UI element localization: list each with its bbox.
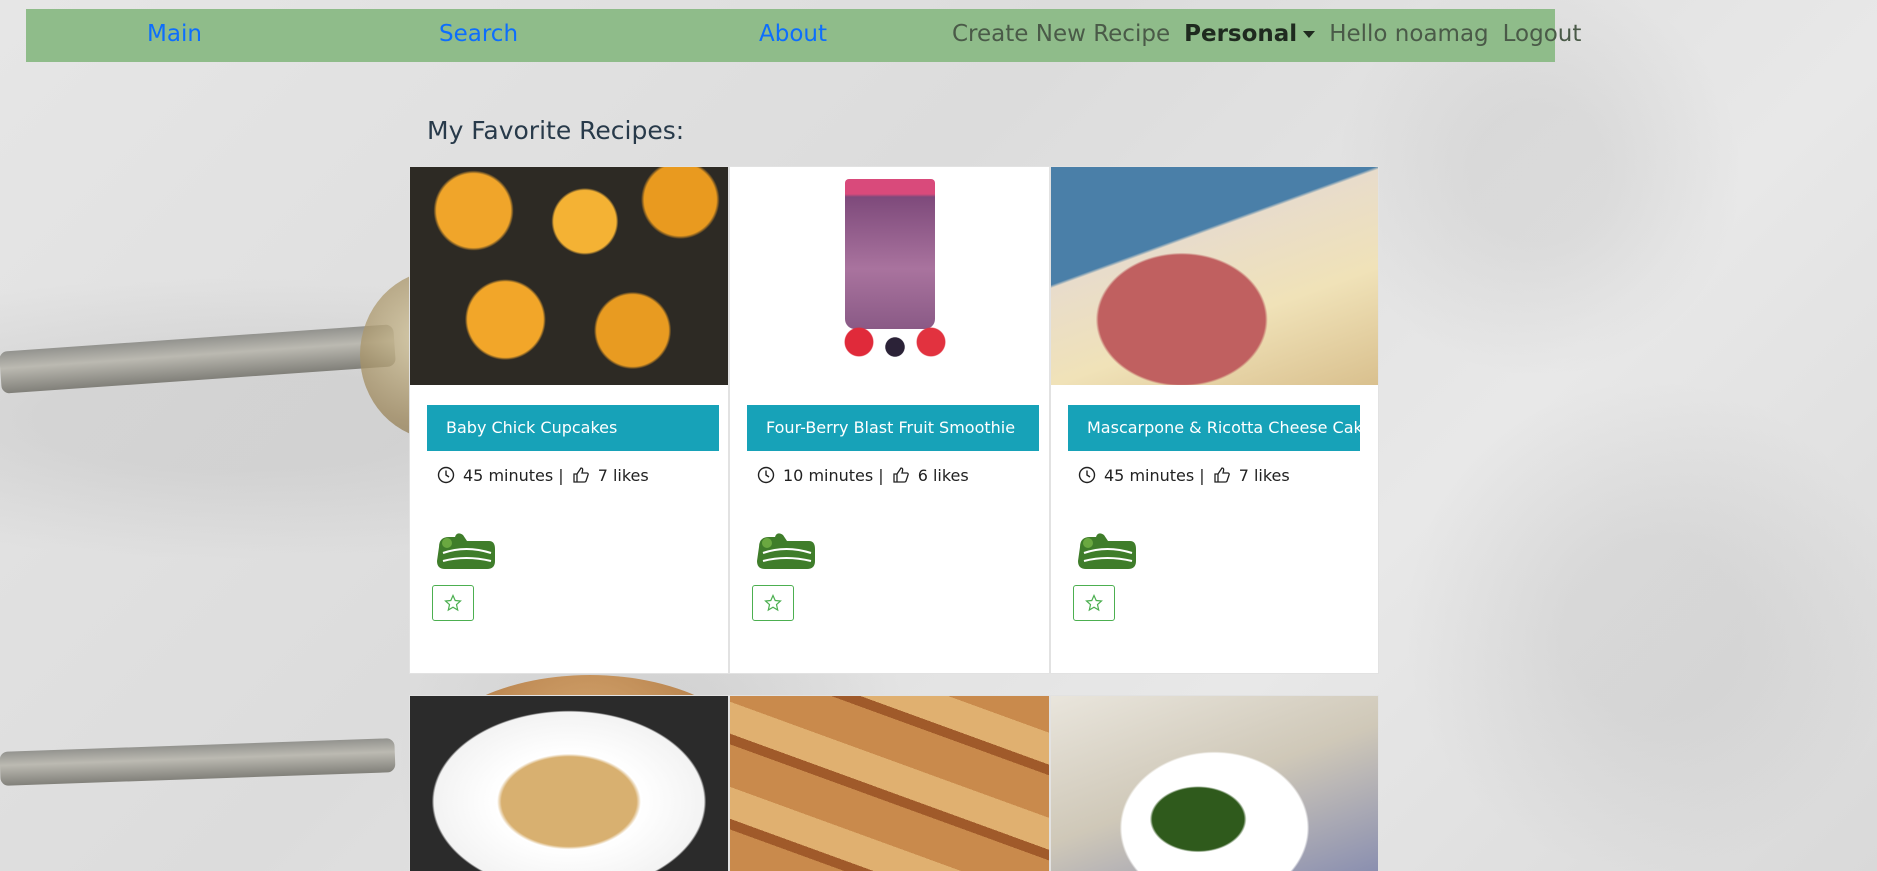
recipe-time: 10 minutes | — [783, 465, 884, 485]
vegetarian-badge-icon — [757, 533, 815, 569]
recipe-likes: 7 likes — [1238, 465, 1290, 485]
recipe-card: Mascarpone & Ricotta Cheese Cake 45 minu… — [1050, 166, 1379, 674]
recipe-likes: 7 likes — [597, 465, 649, 485]
smoothie-glass — [845, 179, 935, 329]
recipe-meta: 10 minutes | 6 likes — [747, 461, 1041, 489]
recipe-image[interactable] — [410, 696, 728, 871]
recipe-time: 45 minutes | — [463, 465, 564, 485]
background-spoon — [0, 324, 396, 394]
recipe-image[interactable] — [730, 167, 1049, 385]
recipe-meta: 45 minutes | 7 likes — [427, 461, 720, 489]
page-title: My Favorite Recipes: — [427, 116, 685, 145]
star-icon — [764, 594, 782, 612]
thumbs-up-icon — [893, 467, 909, 483]
vegetarian-badge-icon — [1078, 533, 1136, 569]
favorite-star-button[interactable] — [752, 585, 794, 621]
vegetarian-badge — [433, 531, 499, 571]
nav-about-link[interactable]: About — [759, 21, 827, 47]
recipe-card: Baby Chick Cupcakes 45 minutes | 7 likes — [409, 166, 729, 674]
recipe-image[interactable] — [1051, 167, 1378, 385]
berries — [835, 317, 955, 367]
recipe-card — [409, 695, 729, 871]
caret-down-icon — [1303, 30, 1316, 38]
clock-icon — [1078, 466, 1096, 484]
nav-logout-link[interactable]: Logout — [1503, 21, 1582, 47]
recipe-title-button[interactable]: Four-Berry Blast Fruit Smoothie — [747, 405, 1039, 451]
nav-personal-label: Personal — [1184, 21, 1298, 47]
star-icon — [444, 594, 462, 612]
clock-icon — [437, 466, 455, 484]
recipe-card — [729, 695, 1050, 871]
nav-search-link[interactable]: Search — [439, 21, 518, 47]
recipe-meta: 45 minutes | 7 likes — [1068, 461, 1370, 489]
thumbs-up-icon — [573, 467, 589, 483]
nav-personal-dropdown[interactable]: Personal — [1184, 21, 1316, 47]
vegetarian-badge — [753, 531, 819, 571]
background-spoon — [0, 738, 396, 786]
nav-greeting: Hello noamag — [1329, 21, 1489, 47]
star-icon — [1085, 594, 1103, 612]
favorite-star-button[interactable] — [432, 585, 474, 621]
thumbs-up-icon — [1214, 467, 1230, 483]
recipe-row — [409, 695, 1379, 871]
recipe-title-button[interactable]: Baby Chick Cupcakes — [427, 405, 719, 451]
navbar: Main Search About Create New Recipe Pers… — [26, 9, 1581, 62]
vegetarian-badge-icon — [437, 533, 495, 569]
recipe-image[interactable] — [1051, 696, 1378, 871]
recipe-image[interactable] — [410, 167, 728, 385]
nav-right-group: Create New Recipe Personal Hello noamag … — [952, 21, 1581, 47]
vegetarian-badge — [1074, 531, 1140, 571]
recipe-time: 45 minutes | — [1104, 465, 1205, 485]
recipe-image[interactable] — [730, 696, 1049, 871]
recipe-title-button[interactable]: Mascarpone & Ricotta Cheese Cake — [1068, 405, 1360, 451]
nav-main-link[interactable]: Main — [147, 21, 202, 47]
clock-icon — [757, 466, 775, 484]
nav-create-recipe-link[interactable]: Create New Recipe — [952, 21, 1170, 47]
recipe-row: Baby Chick Cupcakes 45 minutes | 7 likes — [409, 166, 1379, 674]
recipe-likes: 6 likes — [917, 465, 969, 485]
recipe-card: Four-Berry Blast Fruit Smoothie 10 minut… — [729, 166, 1050, 674]
recipe-card — [1050, 695, 1379, 871]
favorite-star-button[interactable] — [1073, 585, 1115, 621]
